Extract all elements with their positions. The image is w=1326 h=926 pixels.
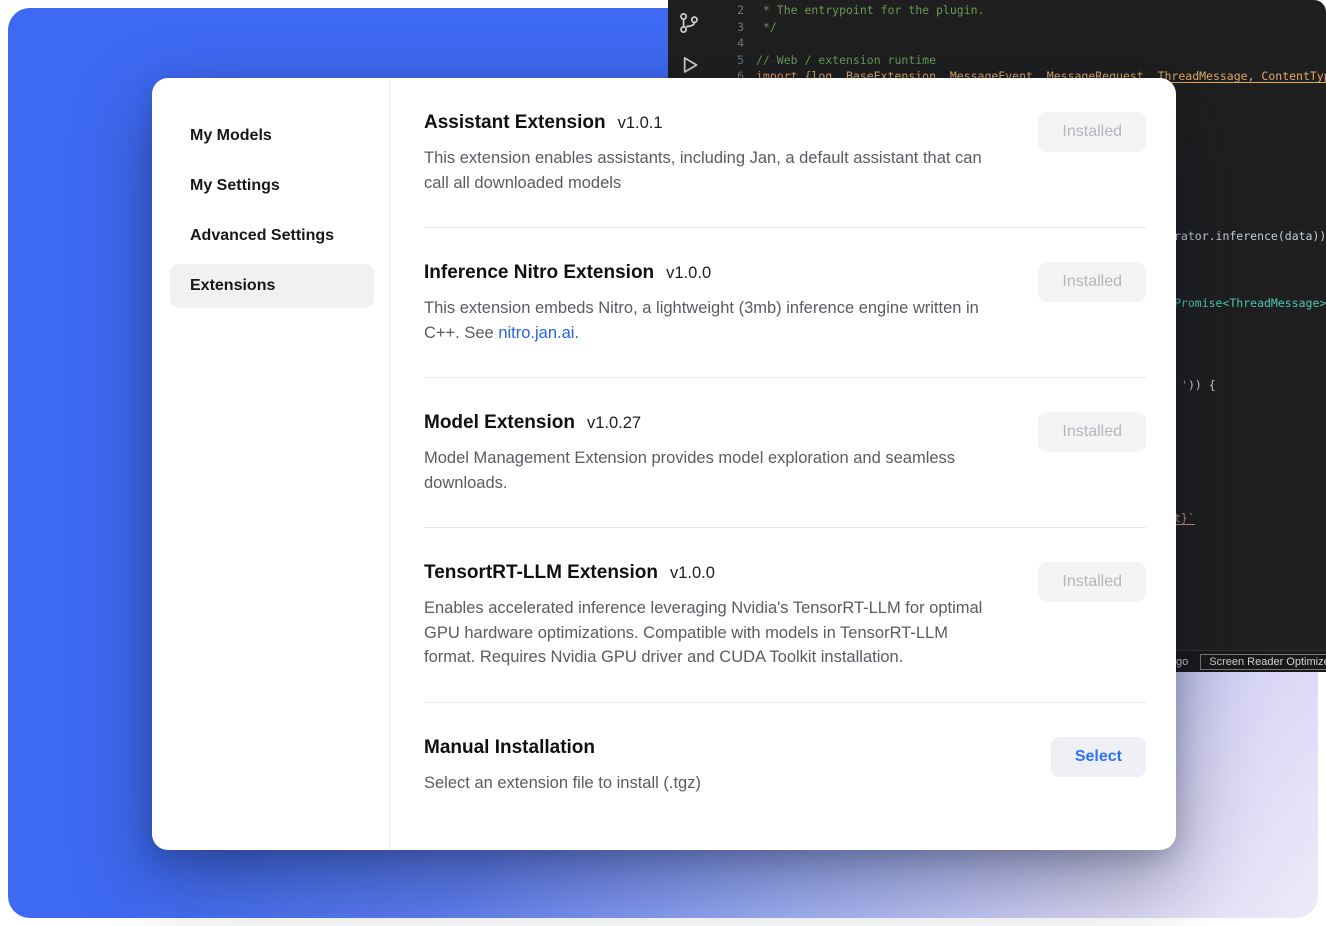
installed-button[interactable]: Installed [1038, 562, 1146, 602]
extension-description: This extension embeds Nitro, a lightweig… [424, 296, 984, 345]
code-line: 5 // Web / extension runtime [712, 52, 1326, 69]
code-line: 3 */ [712, 19, 1326, 36]
extension-name: TensortRT-LLM Extension [424, 562, 658, 584]
extension-name: Inference Nitro Extension [424, 262, 654, 284]
extension-version: v1.0.0 [670, 564, 715, 583]
extension-version: v1.0.1 [618, 114, 663, 133]
code-fragment: ')) { [1181, 378, 1216, 392]
code-text: // Web / extension runtime [756, 52, 936, 69]
run-debug-icon[interactable] [676, 52, 702, 78]
line-number: 3 [712, 19, 744, 36]
manual-installation-title: Manual Installation [424, 737, 595, 759]
status-bar-text: go [1176, 656, 1188, 668]
extension-item: Assistant Extension v1.0.1 This extensio… [424, 78, 1146, 228]
extension-description: Enables accelerated inference leveraging… [424, 596, 984, 670]
installed-button[interactable]: Installed [1038, 112, 1146, 152]
extension-title: TensortRT-LLM Extension v1.0.0 [424, 562, 984, 584]
extension-info: Assistant Extension v1.0.1 This extensio… [424, 112, 984, 195]
manual-installation-description: Select an extension file to install (.tg… [424, 771, 701, 796]
desktop-background: 2 * The entrypoint for the plugin. 3 */ … [0, 0, 1326, 926]
code-text: */ [756, 19, 777, 36]
screen-reader-badge[interactable]: Screen Reader Optimize [1200, 654, 1326, 670]
extension-description: Model Management Extension provides mode… [424, 446, 984, 495]
extension-version: v1.0.27 [587, 414, 641, 433]
installed-button[interactable]: Installed [1038, 412, 1146, 452]
extension-title: Inference Nitro Extension v1.0.0 [424, 262, 984, 284]
line-number: 2 [712, 2, 744, 19]
installed-button[interactable]: Installed [1038, 262, 1146, 302]
extension-name: Assistant Extension [424, 112, 606, 134]
code-fragment: rator.inference(data)); [1174, 229, 1326, 243]
extension-title: Model Extension v1.0.27 [424, 412, 984, 434]
code-fragment: Promise<ThreadMessage> [1174, 296, 1326, 310]
code-line: 4 [712, 35, 1326, 52]
code-text: * The entrypoint for the plugin. [756, 2, 984, 19]
extension-item: TensortRT-LLM Extension v1.0.0 Enables a… [424, 528, 1146, 703]
code-fragment: t}` [1174, 511, 1195, 525]
extension-title: Assistant Extension v1.0.1 [424, 112, 984, 134]
extension-info: Manual Installation Select an extension … [424, 737, 701, 796]
code-line: 2 * The entrypoint for the plugin. [712, 2, 1326, 19]
extension-info: Inference Nitro Extension v1.0.0 This ex… [424, 262, 984, 345]
extension-description: This extension enables assistants, inclu… [424, 146, 984, 195]
sidebar-item-advanced-settings[interactable]: Advanced Settings [170, 214, 374, 258]
extension-item: Inference Nitro Extension v1.0.0 This ex… [424, 228, 1146, 378]
extensions-list: Assistant Extension v1.0.1 This extensio… [390, 78, 1176, 850]
select-button[interactable]: Select [1051, 737, 1146, 777]
extension-title: Manual Installation [424, 737, 701, 759]
settings-sidebar: My Models My Settings Advanced Settings … [152, 78, 390, 850]
extension-item: Model Extension v1.0.27 Model Management… [424, 378, 1146, 528]
extension-info: TensortRT-LLM Extension v1.0.0 Enables a… [424, 562, 984, 670]
extension-version: v1.0.0 [666, 264, 711, 283]
settings-panel: My Models My Settings Advanced Settings … [152, 78, 1176, 850]
manual-installation-item: Manual Installation Select an extension … [424, 703, 1146, 828]
extension-name: Model Extension [424, 412, 575, 434]
editor-code-area: 2 * The entrypoint for the plugin. 3 */ … [712, 2, 1326, 85]
sidebar-item-my-settings[interactable]: My Settings [170, 164, 374, 208]
sidebar-item-my-models[interactable]: My Models [170, 114, 374, 158]
line-number: 5 [712, 52, 744, 69]
extension-info: Model Extension v1.0.27 Model Management… [424, 412, 984, 495]
line-number: 4 [712, 35, 744, 52]
nitro-jan-ai-link[interactable]: nitro.jan.ai. [498, 324, 579, 342]
sidebar-item-extensions[interactable]: Extensions [170, 264, 374, 308]
source-control-icon[interactable] [676, 10, 702, 36]
